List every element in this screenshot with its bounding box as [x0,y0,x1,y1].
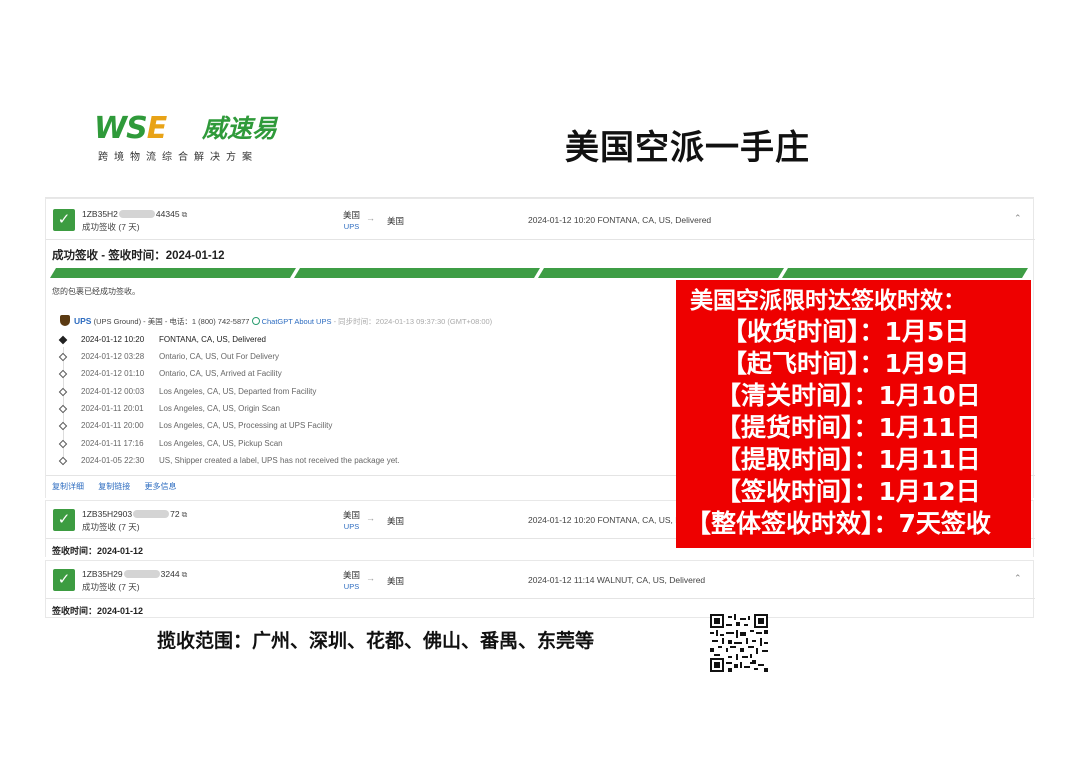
banner-line-receive: 【收货时间】：1月5日 [722,317,970,346]
redacted-mask [133,510,170,518]
banner-line-clearance: 【清关时间】：1月10日 [716,381,981,410]
carrier-link[interactable]: UPS [343,521,360,532]
status-text: 成功签收 (7 天) [82,522,140,532]
expand-toggle-icon[interactable]: ⌃ [1014,573,1022,584]
status-text: 成功签收 (7 天) [82,222,140,232]
tracking-number: 1ZB35H29 3244 ⧉ [82,569,188,579]
origin-country: 美国 UPS [343,570,361,592]
more-info-link[interactable]: 更多信息 [144,482,176,491]
redacted-mask [118,210,155,218]
carrier-link[interactable]: UPS [343,221,360,232]
copy-icon[interactable]: ⧉ [182,510,188,519]
divider [46,598,1035,599]
latest-event: 2024-01-12 10:20 FONTANA, CA, US, Delive… [528,215,712,225]
check-icon[interactable]: ✓ [53,209,75,231]
signed-time: 签收时间：2024-01-12 [52,606,144,616]
redacted-mask [123,570,160,578]
detail-links: 复制详细 复制链接 更多信息 [52,481,188,492]
pickup-scope: 揽收范围：广州、深圳、花都、佛山、番禺、东莞等 [157,630,595,652]
check-icon[interactable]: ✓ [53,509,75,531]
copy-icon[interactable]: ⧉ [182,210,188,219]
logo-mark: WSE [94,111,167,146]
progress-segment-4 [782,268,1028,278]
route-arrow-icon: → [366,213,375,223]
progress-segment-3 [538,268,784,278]
delivered-note: 您的包裹已经成功签收。 [52,287,140,296]
banner-line-total: 【整体签收时效】：7天签收 [686,509,991,538]
logo-chinese-name: 威速易 [202,114,278,143]
destination-country: 美国 [387,216,405,226]
destination-country: 美国 [387,576,405,586]
origin-country: 美国 UPS [343,210,361,232]
chatgpt-icon [251,317,260,325]
status-text: 成功签收 (7 天) [82,582,140,592]
carrier-link[interactable]: UPS [343,581,360,592]
progress-segment-2 [294,268,540,278]
copy-link-link[interactable]: 复制链接 [98,482,130,491]
destination-country: 美国 [387,516,405,526]
event-diamond-icon [58,352,68,362]
event-diamond-icon [58,369,68,379]
event-diamond-icon [58,404,68,414]
banner-line-pickup: 【提货时间】：1月11日 [716,413,981,442]
tracking-number: 1ZB35H2 44345 ⧉ [82,209,188,219]
chatgpt-link[interactable]: ChatGPT About UPS [251,317,331,326]
collapse-toggle-icon[interactable]: ⌃ [1014,213,1022,224]
banner-title: 美国空派限时达签收时效： [690,288,966,314]
event-diamond-icon [58,439,68,449]
event-diamond-icon [58,421,68,431]
delivery-timeline-banner: 美国空派限时达签收时效： 【收货时间】：1月5日 【起飞时间】：1月9日 【清关… [676,280,1031,548]
qr-code[interactable] [710,614,768,672]
route-arrow-icon: → [366,573,375,583]
progress-segment-1 [50,268,296,278]
shipment-row[interactable]: ✓ 1ZB35H29 3244 ⧉ 成功签收 (7 天) 美国 UPS → 美国 2… [45,560,1035,618]
banner-line-signed: 【签收时间】：1月12日 [716,477,981,506]
logo-tagline: 跨境物流综合解决方案 [98,152,258,163]
route-arrow-icon: → [366,513,375,523]
signed-time: 签收时间：2024-01-12 [52,546,144,556]
origin-country: 美国 UPS [343,510,361,532]
carrier-info: UPS (UPS Ground) - 美国 - 电话：1 (800) 742-5… [60,315,492,327]
banner-line-takeoff: 【起飞时间】：1月9日 [722,349,970,378]
company-logo: WSE 威速易 跨境物流综合解决方案 [94,112,294,164]
event-diamond-icon [58,387,68,397]
tracking-number: 1ZB35H2903 72 ⧉ [82,509,188,519]
check-icon[interactable]: ✓ [53,569,75,591]
copy-icon[interactable]: ⧉ [182,570,188,579]
divider [46,239,1035,240]
page-title: 美国空派一手庄 [565,128,810,168]
event-diamond-icon [58,456,68,466]
event-diamond-icon [58,335,68,345]
latest-event: 2024-01-12 11:14 WALNUT, CA, US, Deliver… [528,575,706,585]
detail-heading: 成功签收 - 签收时间：2024-01-12 [52,250,225,262]
ups-shield-icon [60,315,70,326]
banner-line-retrieve: 【提取时间】：1月11日 [716,445,981,474]
copy-detail-link[interactable]: 复制详细 [52,482,84,491]
